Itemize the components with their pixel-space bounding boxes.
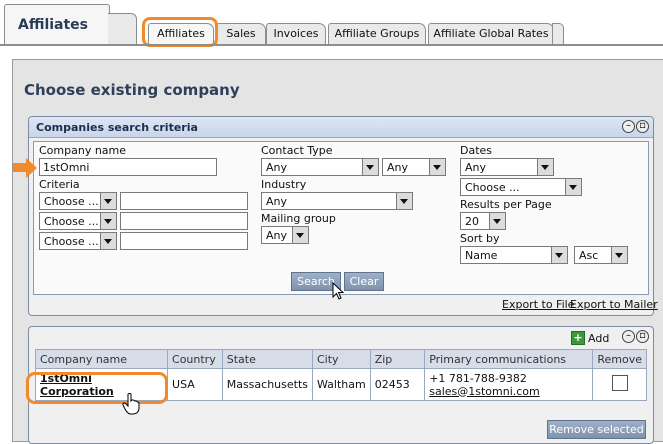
contact-type-value-2: Any [387, 161, 409, 174]
chevron-down-icon [537, 159, 553, 175]
tab-highlight-annotation [142, 17, 218, 47]
industry-label: Industry [261, 178, 307, 191]
contact-type-label: Contact Type [261, 144, 333, 157]
city-cell: Waltham [312, 368, 371, 401]
state-cell: Massachusetts [221, 368, 314, 401]
criteria-select-3[interactable]: Choose ... [39, 232, 117, 250]
export-to-mailer-link[interactable]: Export to Mailer [570, 298, 658, 311]
chevron-down-icon [489, 213, 505, 229]
chevron-down-icon [611, 247, 627, 263]
main-tab-affiliates[interactable]: Affiliates [4, 4, 110, 45]
dates-label: Dates [460, 144, 493, 157]
add-label[interactable]: Add [588, 332, 609, 345]
col-zip[interactable]: Zip [369, 349, 426, 369]
tab-invoices[interactable]: Invoices [266, 23, 326, 44]
communications-cell: +1 781-788-9382 sales@1stomni.com [424, 368, 594, 401]
chevron-down-icon [292, 227, 308, 243]
hand-pointer-icon [122, 393, 140, 415]
remove-checkbox[interactable] [611, 375, 628, 391]
results-per-page-value: 20 [465, 215, 479, 228]
collapse-icon[interactable]: – [622, 330, 635, 343]
col-primary-communications[interactable]: Primary communications [424, 349, 594, 369]
chevron-down-icon [362, 159, 378, 175]
expand-icon[interactable]: ▫ [636, 120, 649, 133]
phone-number: +1 781-788-9382 [429, 371, 527, 385]
sort-by-select[interactable]: Name [460, 246, 568, 264]
remove-selected-button[interactable]: Remove selected [547, 420, 646, 439]
company-name-input[interactable]: 1stOmni [39, 158, 217, 176]
page-title: Choose existing company [24, 81, 240, 99]
chevron-down-icon [396, 193, 412, 209]
expand-icon[interactable]: ▫ [636, 330, 649, 343]
industry-select[interactable]: Any [261, 192, 413, 210]
arrow-right-icon [26, 158, 37, 178]
results-per-page-label: Results per Page [460, 198, 552, 211]
company-name-label: Company name [39, 144, 127, 157]
search-panel-header: Companies search criteria – ▫ [29, 117, 653, 138]
col-remove: Remove [592, 349, 647, 369]
tab-affiliate-groups[interactable]: Affiliate Groups [328, 23, 426, 44]
table-header-row: Company name Country State City Zip Prim… [34, 349, 647, 369]
criteria-select-1-value: Choose ... [44, 195, 99, 208]
criteria-input-2[interactable] [120, 212, 248, 230]
tab-sales[interactable]: Sales [216, 23, 266, 44]
collapse-icon[interactable]: – [622, 120, 635, 133]
tab-baseline [0, 44, 663, 46]
criteria-select-1[interactable]: Choose ... [39, 192, 117, 210]
col-country[interactable]: Country [167, 349, 223, 369]
chevron-down-icon [551, 247, 567, 263]
contact-type-select[interactable]: Any [261, 158, 379, 176]
export-to-file-link[interactable]: Export to File [502, 298, 574, 311]
sort-by-label: Sort by [460, 232, 500, 245]
chevron-down-icon [100, 193, 116, 209]
add-icon[interactable]: + [571, 331, 585, 345]
criteria-select-2[interactable]: Choose ... [39, 212, 117, 230]
mailing-group-value: Any [266, 229, 288, 242]
criteria-input-3[interactable] [120, 232, 248, 250]
zip-cell: 02453 [369, 368, 426, 401]
dates-choose-select[interactable]: Choose ... [460, 178, 582, 196]
top-tab-bar: Affiliates Affiliates Sales Invoices Aff… [0, 0, 663, 47]
col-state[interactable]: State [221, 349, 314, 369]
contact-type-select-2[interactable]: Any [382, 158, 446, 176]
col-city[interactable]: City [312, 349, 371, 369]
email-link[interactable]: sales@1stomni.com [429, 385, 588, 398]
sort-order-value: Asc [579, 249, 599, 262]
chevron-down-icon [100, 233, 116, 249]
highlight-arrow-body [13, 163, 26, 172]
criteria-input-1[interactable] [120, 192, 248, 210]
col-company-name[interactable]: Company name [34, 349, 169, 369]
mailing-group-label: Mailing group [261, 212, 336, 225]
clear-button[interactable]: Clear [344, 272, 384, 291]
country-cell: USA [167, 368, 223, 401]
row-highlight-annotation [26, 372, 168, 404]
results-per-page-select[interactable]: 20 [460, 212, 506, 230]
search-panel-title: Companies search criteria [36, 121, 198, 134]
mouse-pointer-icon [332, 282, 345, 300]
dates-value: Any [465, 161, 487, 174]
chevron-down-icon [429, 159, 445, 175]
industry-value: Any [266, 195, 288, 208]
tab-fold-decoration [108, 13, 137, 44]
chevron-down-icon [100, 213, 116, 229]
mailing-group-select[interactable]: Any [261, 226, 309, 244]
search-form: Company name 1stOmni Criteria Choose ...… [33, 141, 649, 300]
remove-cell [592, 368, 647, 401]
tab-affiliate-global-rates[interactable]: Affiliate Global Rates [428, 23, 554, 44]
search-criteria-panel: Companies search criteria – ▫ Company na… [28, 116, 658, 316]
criteria-select-2-value: Choose ... [44, 215, 99, 228]
main-tab-label: Affiliates [18, 17, 89, 33]
chevron-down-icon [565, 179, 581, 195]
sort-order-select[interactable]: Asc [574, 246, 628, 264]
tab-end-decoration [552, 23, 564, 44]
dates-select[interactable]: Any [460, 158, 554, 176]
criteria-select-3-value: Choose ... [44, 235, 99, 248]
dates-choose-value: Choose ... [465, 181, 520, 194]
criteria-label: Criteria [39, 178, 80, 191]
sort-by-value: Name [465, 249, 498, 262]
contact-type-value: Any [266, 161, 288, 174]
